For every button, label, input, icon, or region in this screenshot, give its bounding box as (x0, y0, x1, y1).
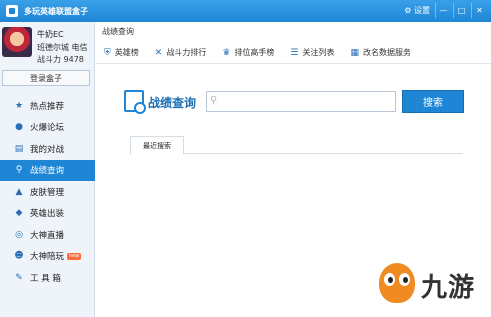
sidebar-item-label: 热点推荐 (30, 101, 65, 112)
search-title: 战绩查询 (148, 96, 197, 110)
cube-icon: ◆ (15, 208, 23, 219)
main-panel: 战绩查询 ⛨ 英雄榜 ✕ 战斗力排行 ♛ 排位高手榜 ☰ 关注列表 ▦ 改名数据… (96, 22, 491, 317)
sidebar: 牛奶EC 班德尔城 电信 战斗力 9478 登录盒子 ★ 热点推荐 ● 火爆论坛… (0, 22, 95, 317)
maximize-button[interactable]: □ (453, 3, 469, 18)
jiuyou-watermark: 九游 (379, 261, 487, 305)
sidebar-item-toolbox[interactable]: ✎ 工 具 箱 (0, 267, 95, 289)
mascot-icon (379, 263, 415, 303)
app-logo-icon (6, 5, 18, 17)
toolbar-hero-ranking[interactable]: ⛨ 英雄榜 (96, 42, 147, 64)
minimize-button[interactable]: — (435, 3, 451, 18)
toolbar-label: 排位高手榜 (234, 48, 275, 57)
window-controls: ⚙ 设置 — □ ✕ (401, 3, 487, 18)
toolbar-rename-data-service[interactable]: ▦ 改名数据服务 (342, 42, 419, 64)
sidebar-item-label: 火爆论坛 (30, 123, 65, 134)
user-name: 牛奶EC (37, 30, 64, 39)
toolbar-label: 关注列表 (302, 48, 335, 57)
magnifier-icon: ⚲ (210, 95, 218, 106)
people-icon: ☻ (14, 251, 24, 262)
sidebar-item-my-matches[interactable]: ▤ 我的对战 (0, 138, 95, 160)
tab-recent-searches[interactable]: 最近搜索 (130, 136, 184, 155)
data-icon: ▦ (350, 47, 359, 58)
sidebar-item-label: 皮肤管理 (30, 187, 65, 198)
shield-icon: ⛨ (104, 47, 111, 58)
sidebar-nav: ★ 热点推荐 ● 火爆论坛 ▤ 我的对战 ⚲ 战绩查询 ▲ 皮肤管理 ◆ 英雄出… (0, 95, 95, 289)
sidebar-item-label: 工 具 箱 (30, 273, 61, 284)
sidebar-item-record-query[interactable]: ⚲ 战绩查询 (0, 159, 95, 181)
toolbar-power-ranking[interactable]: ✕ 战斗力排行 (147, 42, 215, 64)
search-button[interactable]: 搜索 (402, 90, 464, 113)
avatar[interactable] (2, 27, 32, 57)
sidebar-item-label: 战绩查询 (30, 166, 65, 177)
sidebar-item-label: 大神陪玩 (30, 252, 65, 263)
user-server: 班德尔城 电信 (37, 43, 88, 52)
mascot-eye (399, 273, 410, 286)
user-profile: 牛奶EC 班德尔城 电信 战斗力 9478 (0, 22, 94, 66)
sidebar-item-builds[interactable]: ◆ 英雄出装 (0, 203, 95, 225)
login-box-button[interactable]: 登录盒子 (2, 70, 90, 86)
gear-icon: ⚙ (404, 6, 412, 15)
settings-button[interactable]: ⚙ 设置 (401, 3, 433, 18)
book-icon: ▤ (14, 143, 24, 154)
list-icon: ☰ (290, 47, 299, 58)
sidebar-item-companion[interactable]: ☻ 大神陪玩 new (0, 246, 95, 268)
record-search-icon (124, 90, 146, 114)
tools-icon: ✎ (15, 272, 23, 283)
toolbar-follow-list[interactable]: ☰ 关注列表 (282, 42, 342, 64)
search-input[interactable] (206, 91, 396, 112)
toolbar-label: 英雄榜 (114, 48, 139, 57)
mascot-eye (384, 273, 395, 286)
swords-icon: ✕ (154, 47, 163, 58)
settings-label: 设置 (414, 6, 430, 15)
search-icon: ⚲ (15, 165, 23, 176)
sidebar-item-skins[interactable]: ▲ 皮肤管理 (0, 181, 95, 203)
sidebar-item-label: 我的对战 (30, 144, 65, 155)
target-icon: ◎ (15, 229, 23, 240)
trophy-icon: ♛ (222, 47, 231, 58)
toolbar-ranked-masters[interactable]: ♛ 排位高手榜 (214, 42, 282, 64)
star-icon: ★ (14, 100, 24, 111)
sidebar-item-hot[interactable]: ★ 热点推荐 (0, 95, 95, 117)
sidebar-item-forum[interactable]: ● 火爆论坛 (0, 117, 95, 139)
app-title: 多玩英雄联盟盒子 (24, 6, 88, 16)
toolbar: ⛨ 英雄榜 ✕ 战斗力排行 ♛ 排位高手榜 ☰ 关注列表 ▦ 改名数据服务 (96, 42, 491, 64)
watermark-text: 九游 (421, 273, 476, 303)
hat-icon: ▲ (15, 186, 23, 197)
chat-icon: ● (15, 122, 23, 133)
sidebar-item-live[interactable]: ◎ 大神直播 (0, 224, 95, 246)
toolbar-label: 改名数据服务 (362, 48, 411, 57)
new-badge: new (67, 252, 82, 260)
breadcrumb: 战绩查询 (102, 27, 134, 36)
user-power: 战斗力 9478 (37, 55, 84, 64)
result-tabs: 最近搜索 (130, 134, 463, 155)
record-search: 战绩查询 ⚲ 搜索 (124, 90, 464, 114)
toolbar-label: 战斗力排行 (166, 48, 207, 57)
sidebar-item-label: 英雄出装 (30, 209, 65, 220)
close-button[interactable]: ✕ (471, 3, 487, 18)
title-bar: 多玩英雄联盟盒子 ⚙ 设置 — □ ✕ (0, 0, 491, 22)
sidebar-item-label: 大神直播 (30, 230, 65, 241)
